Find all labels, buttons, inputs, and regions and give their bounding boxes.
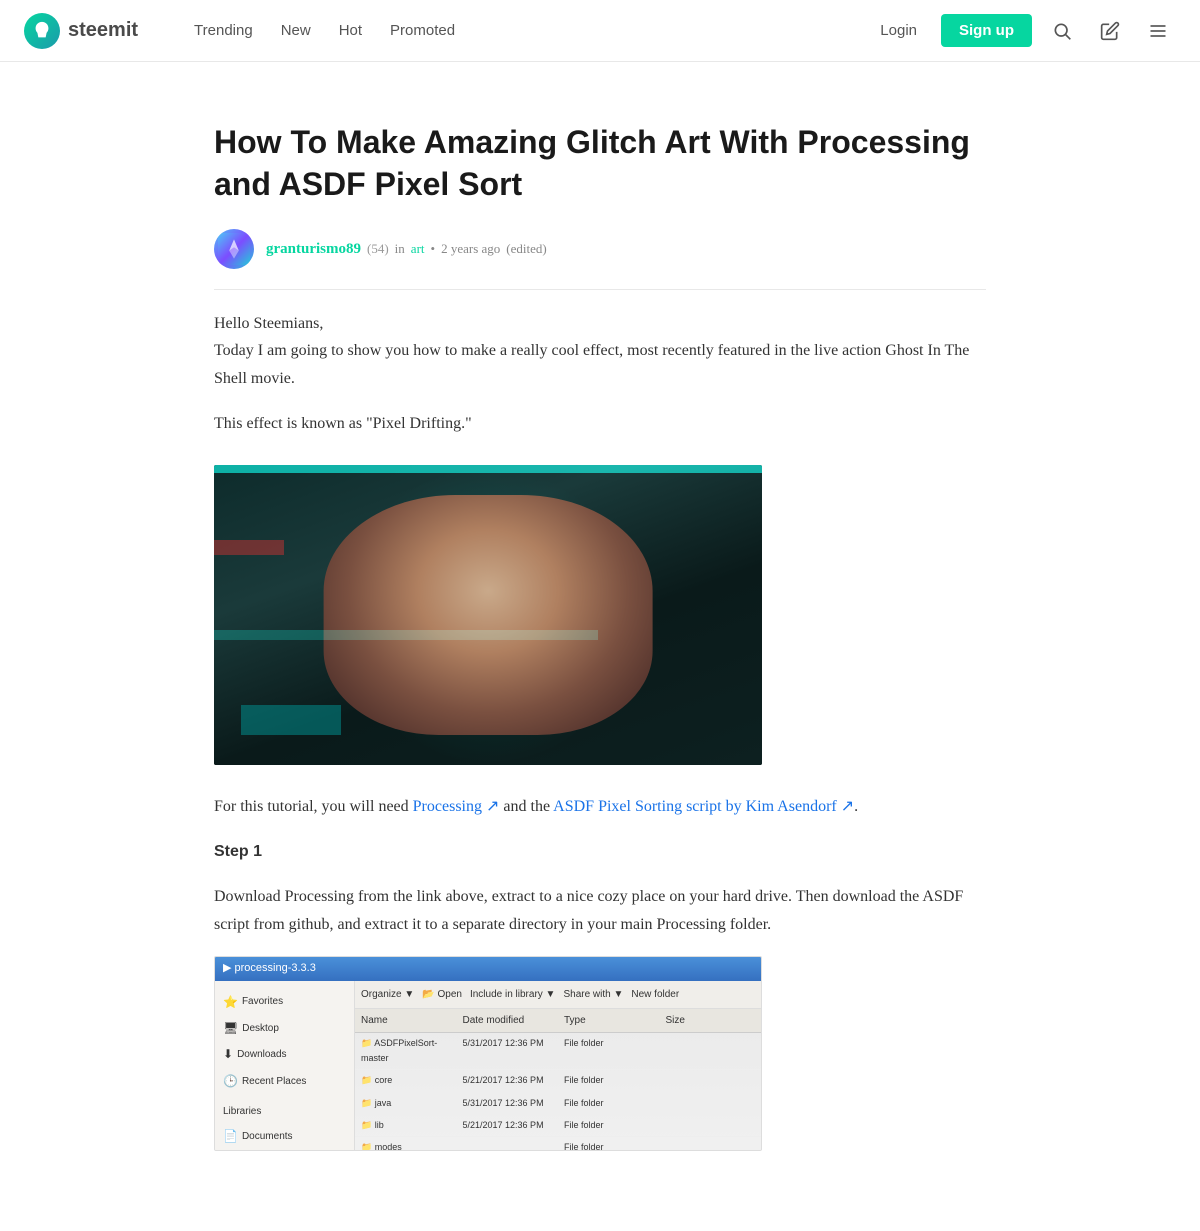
nav-hot[interactable]: Hot [339,22,362,39]
nav-left: steemit Trending New Hot Promoted [24,0,479,62]
table-row[interactable]: 📁 ASDFPixelSort-master 5/31/2017 12:36 P… [355,1033,761,1071]
signup-button[interactable]: Sign up [941,14,1032,47]
processing-link[interactable]: Processing ↗ [413,798,500,815]
table-row[interactable]: 📁 modes File folder [355,1137,761,1150]
article-title: How To Make Amazing Glitch Art With Proc… [214,122,986,205]
sidebar-documents[interactable]: 📄Documents [215,1123,354,1149]
table-row[interactable]: 📁 lib 5/21/2017 12:36 PM File folder [355,1115,761,1137]
glitch-stripe-3 [214,465,762,473]
author-category-link[interactable]: art [411,241,425,257]
nav-trending[interactable]: Trending [194,22,253,39]
win-title: ▶ processing-3.3.3 [223,959,316,978]
col-date: Date modified [457,1009,559,1032]
nav-new[interactable]: New [281,22,311,39]
edited-label: (edited) [506,241,546,257]
sidebar-downloads[interactable]: ⬇Downloads [215,1041,354,1067]
col-size: Size [660,1009,762,1032]
toolbar-share[interactable]: Share with ▼ [563,986,623,1003]
glitch-block-2 [241,705,341,735]
author-row: granturismo89 (54) in art • 2 years ago … [214,229,986,290]
login-button[interactable]: Login [868,16,929,45]
step-1-title: Step 1 [214,838,986,865]
search-button[interactable] [1044,13,1080,49]
logo-text: steemit [68,19,138,42]
toolbar-open[interactable]: 📂 Open [422,986,462,1003]
nav-links: Trending New Hot Promoted [170,0,479,62]
col-type: Type [558,1009,660,1032]
toolbar-organize[interactable]: Organize ▼ [361,986,414,1003]
sidebar-libraries: Libraries [215,1100,354,1123]
article-body: Hello Steemians, Today I am going to sho… [214,310,986,1151]
tutorial-intro-paragraph: For this tutorial, you will need Process… [214,793,986,820]
edit-button[interactable] [1092,13,1128,49]
time-ago: 2 years ago [441,241,500,257]
table-row[interactable]: 📁 java 5/31/2017 12:36 PM File folder [355,1093,761,1115]
steemit-logo-svg [31,20,53,42]
content-wrapper: How To Make Amazing Glitch Art With Proc… [190,62,1010,1231]
nav-promoted[interactable]: Promoted [390,22,455,39]
effect-paragraph: This effect is known as "Pixel Drifting.… [214,410,986,437]
logo[interactable]: steemit [24,13,138,49]
step-1-body: Download Processing from the link above,… [214,883,986,937]
glitch-art-image [214,465,762,765]
nav-right: Login Sign up [868,13,1176,49]
asdf-link[interactable]: ASDF Pixel Sorting script by Kim Asendor… [553,798,854,815]
glitch-stripe-1 [214,630,598,640]
toolbar-newfolder[interactable]: New folder [631,986,679,1003]
edit-icon [1100,21,1120,41]
sidebar-desktop[interactable]: 🖥Desktop [215,1015,354,1041]
search-icon [1052,21,1072,41]
win-main: Organize ▼ 📂 Open Include in library ▼ S… [355,981,761,1150]
screenshot-image: ▶ processing-3.3.3 ⭐Favorites 🖥Desktop ⬇… [214,956,762,1151]
screenshot-inner: ▶ processing-3.3.3 ⭐Favorites 🖥Desktop ⬇… [215,957,761,1150]
glitch-art-placeholder [214,465,762,765]
navbar: steemit Trending New Hot Promoted Login … [0,0,1200,62]
author-rep: (54) [367,241,389,257]
author-info: granturismo89 (54) in art • 2 years ago … [266,241,547,258]
table-row[interactable]: 📁 core 5/21/2017 12:36 PM File folder [355,1070,761,1092]
col-name: Name [355,1009,457,1032]
author-meta: granturismo89 (54) in art • 2 years ago … [266,241,547,258]
author-category-prefix: in [395,241,405,257]
win-toolbar: Organize ▼ 📂 Open Include in library ▼ S… [355,981,761,1009]
win-titlebar: ▶ processing-3.3.3 [215,957,761,981]
avatar [214,229,254,269]
table-header: Name Date modified Type Size [355,1009,761,1033]
author-name-link[interactable]: granturismo89 [266,241,361,258]
win-body: ⭐Favorites 🖥Desktop ⬇Downloads 🕒Recent P… [215,981,761,1150]
toolbar-include[interactable]: Include in library ▼ [470,986,556,1003]
win-file-table: Name Date modified Type Size 📁 ASDFPixel… [355,1009,761,1150]
sidebar-favorites: ⭐Favorites [215,989,354,1015]
intro-paragraph: Hello Steemians, Today I am going to sho… [214,310,986,392]
avatar-image [218,233,250,265]
glitch-face [324,495,653,735]
logo-icon [24,13,60,49]
sidebar-recent[interactable]: 🕒Recent Places [215,1068,354,1094]
hamburger-icon [1148,21,1168,41]
glitch-block-1 [214,540,284,555]
menu-button[interactable] [1140,13,1176,49]
win-sidebar: ⭐Favorites 🖥Desktop ⬇Downloads 🕒Recent P… [215,981,355,1150]
